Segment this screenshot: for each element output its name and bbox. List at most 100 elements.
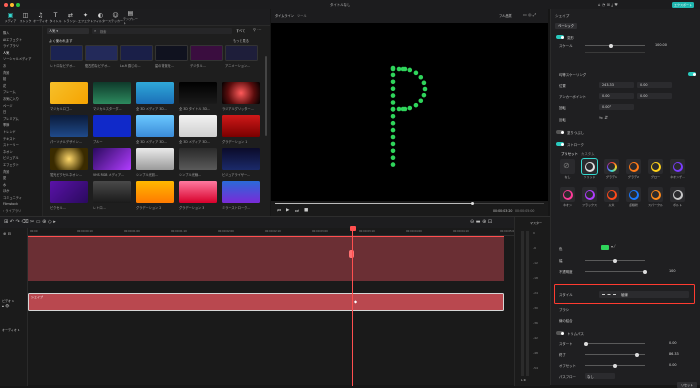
sidebar-item[interactable]: コミュニティ	[3, 195, 22, 200]
toolbar-item-effect[interactable]: ✦ エフェクト	[78, 9, 93, 26]
sidebar-item[interactable]: Filmstock	[3, 202, 18, 206]
scrollbar[interactable]	[265, 56, 267, 136]
sidebar-item[interactable]: ページ	[3, 103, 13, 108]
sidebar-item[interactable]: お	[3, 63, 6, 68]
top-media-thumbnail[interactable]	[190, 45, 223, 61]
stroke-preset-swatch[interactable]	[604, 159, 619, 174]
sidebar-item[interactable]: 人気	[3, 50, 9, 55]
top-media-thumbnail[interactable]	[155, 45, 188, 61]
trim-toggle[interactable]	[556, 331, 564, 335]
sidebar-item[interactable]: 水	[3, 182, 6, 187]
top-media-thumbnail[interactable]	[50, 45, 83, 61]
stroke-preset-swatch[interactable]	[670, 187, 685, 202]
viewer-tool[interactable]: ツール	[297, 13, 307, 18]
path-dropdown[interactable]: なし	[585, 373, 615, 379]
sidebar-item[interactable]: 夏	[3, 175, 6, 180]
toolbar-item-audio[interactable]: ♫ オーディオ	[33, 9, 48, 26]
sidebar-item[interactable]: 背景	[3, 70, 9, 75]
fill-toggle[interactable]	[556, 130, 564, 134]
sidebar-item[interactable]: トレンド	[3, 129, 16, 134]
media-thumbnail[interactable]	[93, 115, 131, 137]
media-thumbnail[interactable]	[50, 115, 88, 137]
sidebar-item[interactable]: 背景	[3, 169, 9, 174]
eyedropper-icon[interactable]: ▾ ⁄	[611, 244, 615, 249]
sidebar-item[interactable]: 桜	[3, 76, 6, 81]
grid-icon[interactable]: ⊞ ↶ ↷ ⌫ ✂ ▭ ⊕ ◇ ▸	[4, 219, 56, 225]
scale-knob[interactable]	[609, 43, 613, 48]
next-frame-icon[interactable]: ⏭	[295, 208, 299, 214]
sidebar-item[interactable]: 季節	[3, 122, 9, 127]
stroke-preset-swatch[interactable]	[648, 159, 663, 174]
media-thumbnail[interactable]	[50, 148, 88, 170]
top-media-thumbnail[interactable]	[85, 45, 118, 61]
viewer-settings-icon[interactable]: ▭ ◎ ⤢	[523, 12, 536, 17]
panel-tab-shape[interactable]: シェイプ	[555, 14, 569, 19]
toolbar-item-filter[interactable]: ◐ フィルター	[93, 9, 108, 26]
media-thumbnail[interactable]	[179, 181, 217, 203]
sidebar-item[interactable]: お気に入り	[3, 96, 19, 101]
custom-tab[interactable]: カスタム	[581, 151, 595, 156]
scrub-knob[interactable]	[471, 201, 474, 205]
width-knob[interactable]	[613, 258, 617, 263]
sidebar-item[interactable]: ネオン	[3, 149, 13, 154]
flip-icons[interactable]: ⇋ ⇵	[599, 116, 608, 121]
position-y-field[interactable]: 0.00	[637, 82, 672, 88]
minimize-window-icon[interactable]	[10, 2, 14, 7]
search-input[interactable]: ⌕ 検索	[92, 28, 232, 34]
trim-offset-knob[interactable]	[613, 363, 617, 368]
top-media-thumbnail[interactable]	[225, 45, 258, 61]
media-thumbnail[interactable]	[50, 181, 88, 203]
stroke-preset-swatch[interactable]	[581, 158, 598, 175]
preview-canvas[interactable]	[271, 23, 548, 201]
zoom-window-icon[interactable]	[16, 2, 20, 7]
stroke-preset-swatch[interactable]	[626, 159, 641, 174]
stroke-toggle[interactable]	[556, 142, 564, 146]
timeline-ruler[interactable]: 00:00 00:00:00:10 00:00:01:00 00:00:01:10 00…	[28, 228, 516, 236]
stroke-color-swatch[interactable]	[601, 245, 609, 250]
filter-dropdown[interactable]: すべて	[236, 28, 245, 33]
media-thumbnail[interactable]	[93, 148, 131, 170]
playhead-handle[interactable]	[349, 226, 356, 231]
stroke-preset-swatch[interactable]	[626, 187, 641, 202]
sidebar-item[interactable]: ほか	[3, 188, 9, 193]
toolbar-item-template[interactable]: ▤ テンプレート	[123, 9, 138, 26]
close-window-icon[interactable]	[4, 2, 8, 7]
sidebar-item[interactable]: ライブラリ	[3, 43, 19, 48]
trim-offset-value[interactable]: 0.00	[669, 363, 677, 367]
titlebar-icons[interactable]: ⌂ ◔ ⊞ ⤓ ♥	[598, 2, 618, 7]
stop-icon[interactable]: ■	[304, 208, 308, 213]
sidebar-item[interactable]: 購入	[3, 30, 9, 35]
trim-start-knob[interactable]	[584, 341, 588, 346]
toolbar-item-title[interactable]: T タイトル	[48, 9, 63, 26]
scale-slider[interactable]	[585, 45, 645, 46]
trim-start-value[interactable]: 0.00	[669, 341, 677, 345]
top-media-thumbnail[interactable]	[120, 45, 153, 61]
sidebar-item[interactable]: エフェクト	[3, 162, 19, 167]
trim-end-knob[interactable]	[635, 352, 639, 357]
toolbar-item-sticker[interactable]: ☺ ステッカー	[108, 9, 123, 26]
media-thumbnail[interactable]	[179, 115, 217, 137]
stroke-preset-swatch[interactable]	[670, 159, 685, 174]
filter-icon[interactable]: ⚲ ⋯	[253, 27, 261, 32]
trim-start-slider[interactable]	[585, 343, 645, 344]
prev-frame-icon[interactable]: ⏮	[277, 208, 281, 214]
sidebar-item[interactable]: 日	[3, 109, 6, 114]
uniform-scaling-toggle[interactable]	[688, 72, 696, 76]
see-more-link[interactable]: もっと見る	[233, 38, 249, 43]
media-thumbnail[interactable]	[179, 148, 217, 170]
sidebar-footer[interactable]: ‹ ライブラリ	[3, 208, 21, 213]
opacity-knob[interactable]	[643, 269, 647, 274]
anchor-y-field[interactable]: 0.00	[637, 93, 672, 99]
toolbar-item-stock[interactable]: ◫ ストック	[18, 9, 33, 26]
sidebar-item[interactable]: プレミアム	[3, 116, 19, 121]
media-thumbnail[interactable]	[179, 82, 217, 104]
sidebar-item[interactable]: ストーリー	[3, 142, 19, 147]
sidebar-item[interactable]: ソーシャルメディア	[3, 56, 31, 61]
playhead-line[interactable]	[352, 226, 353, 386]
media-thumbnail[interactable]	[93, 82, 131, 104]
rotate-field[interactable]: 0.00°	[599, 104, 634, 110]
sidebar-item[interactable]: フレーム	[3, 89, 16, 94]
media-thumbnail[interactable]	[136, 115, 174, 137]
media-thumbnail[interactable]	[222, 115, 260, 137]
position-x-field[interactable]: 243.33	[599, 82, 634, 88]
